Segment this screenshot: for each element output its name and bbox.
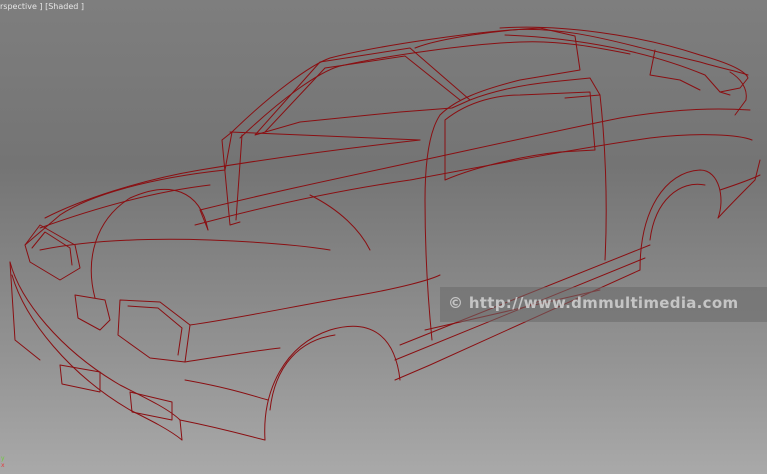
a-pillar-inner — [235, 134, 243, 221]
3d-viewport[interactable]: © http://www.dmmultimedia.com rspective … — [0, 0, 767, 474]
axis-x-label: x — [1, 462, 5, 469]
front-bumper — [9, 261, 181, 421]
windshield-inner — [264, 55, 461, 133]
front-grille-inner — [31, 231, 73, 266]
side-window — [414, 27, 581, 116]
rear-spoiler-lower — [504, 34, 731, 96]
fender-crease — [189, 274, 441, 326]
door-rear-edge — [599, 94, 607, 261]
door-front-edge — [424, 114, 441, 341]
belt-line — [199, 108, 751, 211]
spoiler-fin — [729, 71, 747, 116]
cross-line-1 — [229, 131, 421, 141]
lower-body-2 — [184, 379, 269, 401]
center-light — [74, 294, 111, 331]
cross-line-2 — [199, 209, 209, 231]
roof-outline — [231, 28, 749, 133]
front-wheel-arch — [264, 325, 401, 441]
watermark-text: © http://www.dmmultimedia.com — [448, 294, 739, 312]
car-wireframe-model — [9, 26, 761, 441]
hood-center-line — [39, 238, 331, 251]
upper-crease-2 — [39, 184, 211, 229]
cross-line-3 — [24, 214, 61, 246]
front-grille — [24, 224, 81, 281]
rear-bumper — [719, 174, 761, 191]
fender-crease-2 — [184, 347, 281, 363]
rear-wheel-arch — [639, 169, 722, 271]
bumper-slot-2 — [129, 391, 173, 421]
upper-crease — [44, 139, 421, 219]
rear-wheel-arch-inner — [649, 183, 706, 241]
a-pillar — [221, 131, 241, 226]
lower-body — [179, 419, 266, 441]
cross-line-4 — [309, 194, 371, 251]
hood-outline — [59, 131, 233, 216]
bumper-slot — [59, 364, 101, 393]
left-headlight — [117, 299, 191, 363]
belt-line-lower — [194, 134, 753, 226]
viewport-label[interactable]: rspective ] [Shaded ] — [0, 2, 84, 11]
front-wheel-arch-inner — [269, 334, 336, 411]
door-window-frame — [444, 91, 596, 181]
cross-line-5 — [179, 419, 183, 441]
